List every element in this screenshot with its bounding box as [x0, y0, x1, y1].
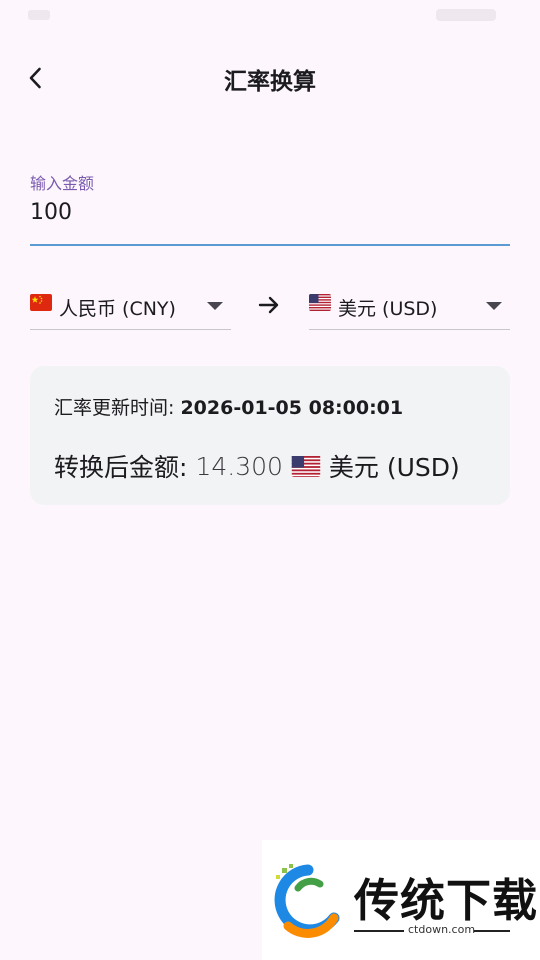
- watermark-title: 传统下载: [354, 874, 539, 927]
- update-time-row: 汇率更新时间: 2026-01-05 08:00:01: [54, 393, 403, 420]
- page-title: 汇率换算: [224, 69, 316, 95]
- amount-input[interactable]: 输入金额 100: [30, 168, 510, 246]
- divider: [354, 930, 404, 932]
- dropdown-arrow-icon: [207, 302, 223, 310]
- status-icons: [436, 9, 496, 21]
- to-currency-dropdown[interactable]: 美元 (USD): [309, 284, 510, 330]
- converted-amount-value: 14.300: [195, 451, 283, 481]
- china-flag-icon: [30, 294, 52, 311]
- converted-amount-label: 转换后金额:: [54, 453, 188, 482]
- update-time-label: 汇率更新时间:: [54, 397, 175, 419]
- ctdown-logo-icon: [274, 864, 340, 938]
- from-currency-dropdown[interactable]: 人民币 (CNY): [30, 284, 231, 330]
- amount-field-value[interactable]: 100: [30, 200, 72, 225]
- usa-flag-icon: [291, 455, 321, 477]
- amount-field-label: 输入金额: [30, 174, 95, 193]
- usa-flag-icon: [309, 294, 331, 311]
- dropdown-arrow-icon: [486, 302, 502, 310]
- watermark-url: ctdown.com: [408, 923, 476, 936]
- arrow-forward-icon: [258, 296, 279, 314]
- converted-amount-row: 转换后金额: 14.300 美元 (USD): [54, 448, 460, 484]
- status-bar: [0, 0, 540, 36]
- status-time: [28, 10, 50, 20]
- divider: [474, 930, 510, 932]
- to-currency-label: 美元 (USD): [338, 298, 438, 320]
- from-currency-label: 人民币 (CNY): [59, 298, 176, 320]
- update-time-value: 2026-01-05 08:00:01: [180, 397, 404, 419]
- watermark-logo: 传统下载 ctdown.com: [262, 840, 540, 960]
- result-card: 汇率更新时间: 2026-01-05 08:00:01 转换后金额: 14.30…: [30, 366, 510, 505]
- app-bar: 汇率换算: [0, 44, 540, 114]
- converted-currency-label: 美元 (USD): [328, 453, 460, 482]
